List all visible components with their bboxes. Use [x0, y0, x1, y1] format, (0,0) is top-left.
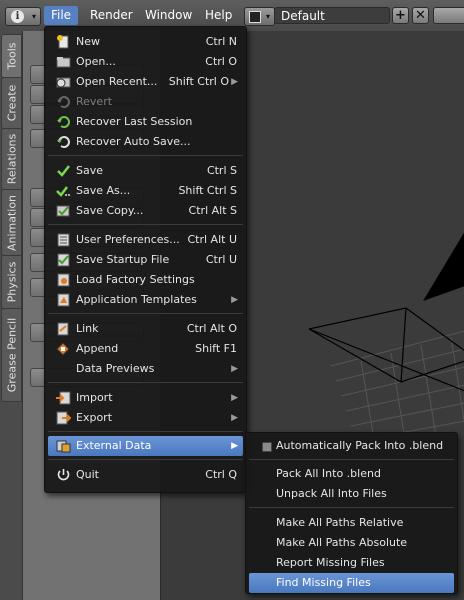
menu-item-make-paths-absolute[interactable]: Make All Paths Absolute: [249, 533, 454, 553]
checkbox-icon[interactable]: [262, 442, 272, 452]
folder-icon: [56, 57, 71, 68]
menu-item-save-as[interactable]: Save As... Shift Ctrl S: [48, 181, 243, 201]
menu-item-find-missing-files[interactable]: Find Missing Files: [249, 573, 454, 593]
toolshelf-tabs: Tools Create Relations Animation Physics…: [0, 31, 23, 600]
menu-item-revert[interactable]: Revert: [48, 92, 243, 112]
factory-settings-icon: [57, 273, 70, 287]
editor-type-selector[interactable]: i ▾: [5, 7, 41, 26]
submenu-arrow-icon: ▶: [231, 393, 238, 403]
submenu-arrow-icon: ▶: [231, 295, 238, 305]
menu-separator: [48, 382, 243, 383]
menu-separator: [48, 431, 243, 432]
menu-item-user-preferences[interactable]: User Preferences... Ctrl Alt U: [48, 230, 243, 250]
tab-grease-pencil[interactable]: Grease Pencil: [1, 308, 22, 402]
recover-autosave-icon: [57, 136, 70, 148]
menu-separator: [249, 459, 454, 460]
menu-separator: [48, 313, 243, 314]
menu-item-new[interactable]: New Ctrl N: [48, 32, 243, 52]
menu-item-load-factory-settings[interactable]: Load Factory Settings: [48, 270, 243, 290]
tab-physics[interactable]: Physics: [1, 255, 22, 309]
submenu-arrow-icon: ▶: [231, 413, 238, 423]
save-copy-icon: [56, 205, 70, 217]
menu-separator: [48, 459, 243, 460]
menu-separator: [48, 155, 243, 156]
menu-item-save-copy[interactable]: Save Copy... Ctrl Alt S: [48, 201, 243, 221]
revert-icon: [57, 96, 70, 108]
save-startup-icon: [57, 253, 70, 267]
preferences-icon: [57, 233, 70, 247]
screen-layout-name-field[interactable]: Default: [274, 7, 390, 24]
menu-help[interactable]: Help: [205, 7, 232, 24]
menu-item-application-templates[interactable]: Application Templates ▶: [48, 290, 243, 310]
submenu-arrow-icon: ▶: [231, 77, 238, 87]
menu-item-external-data[interactable]: External Data ▶: [48, 436, 243, 456]
export-icon: [56, 411, 71, 425]
open-recent-icon: [56, 77, 71, 88]
menu-item-link[interactable]: Link Ctrl Alt O: [48, 319, 243, 339]
tab-create[interactable]: Create: [1, 77, 22, 129]
add-layout-button[interactable]: +: [392, 7, 409, 24]
menu-window[interactable]: Window: [145, 7, 192, 24]
chevron-down-icon: ▾: [265, 12, 270, 21]
append-icon: [56, 342, 70, 356]
menu-item-append[interactable]: Append Shift F1: [48, 339, 243, 359]
power-icon: [57, 469, 70, 481]
menu-item-open[interactable]: Open... Ctrl O: [48, 52, 243, 72]
menu-item-make-paths-relative[interactable]: Make All Paths Relative: [249, 513, 454, 533]
new-file-icon: [57, 35, 69, 49]
menu-item-recover-last-session[interactable]: Recover Last Session: [48, 112, 243, 132]
menu-item-export[interactable]: Export ▶: [48, 408, 243, 428]
file-menu: New Ctrl N Open... Ctrl O Open Recent...…: [44, 26, 247, 493]
menu-item-quit[interactable]: Quit Ctrl Q: [48, 465, 243, 485]
chevron-down-icon: ▾: [31, 12, 36, 21]
menu-item-data-previews[interactable]: Data Previews ▶: [48, 359, 243, 379]
menu-item-open-recent[interactable]: Open Recent... Shift Ctrl O ▶: [48, 72, 243, 92]
menu-separator: [48, 224, 243, 225]
menu-item-recover-auto-save[interactable]: Recover Auto Save...: [48, 132, 243, 152]
menu-item-save-startup-file[interactable]: Save Startup File Ctrl U: [48, 250, 243, 270]
menu-item-unpack-all[interactable]: Unpack All Into Files: [249, 484, 454, 504]
menu-item-pack-all[interactable]: Pack All Into .blend: [249, 464, 454, 484]
menu-render[interactable]: Render: [90, 7, 133, 24]
scene-selector[interactable]: [433, 7, 464, 24]
submenu-arrow-icon: ▶: [231, 364, 238, 374]
menu-separator: [249, 507, 454, 508]
screen-layout-selector[interactable]: ▾: [244, 7, 275, 26]
checkmark-icon: [57, 165, 70, 177]
recover-icon: [57, 116, 70, 128]
tab-relations[interactable]: Relations: [1, 128, 22, 190]
menu-item-import[interactable]: Import ▶: [48, 388, 243, 408]
save-as-icon: [56, 186, 70, 197]
link-icon: [57, 322, 69, 336]
external-data-submenu: Automatically Pack Into .blend Pack All …: [245, 432, 458, 594]
menu-file[interactable]: File: [44, 6, 78, 25]
submenu-arrow-icon: ▶: [231, 441, 238, 451]
external-data-icon: [56, 440, 71, 453]
import-icon: [56, 391, 71, 405]
menu-item-save[interactable]: Save Ctrl S: [48, 161, 243, 181]
remove-layout-button[interactable]: ✕: [412, 7, 429, 24]
info-icon: i: [11, 10, 24, 23]
layout-grid-icon: [249, 11, 261, 23]
tab-animation[interactable]: Animation: [1, 189, 22, 256]
templates-icon: [57, 293, 70, 307]
tab-tools[interactable]: Tools: [1, 34, 22, 78]
menu-item-report-missing-files[interactable]: Report Missing Files: [249, 553, 454, 573]
menu-item-automatically-pack[interactable]: Automatically Pack Into .blend: [249, 436, 454, 456]
